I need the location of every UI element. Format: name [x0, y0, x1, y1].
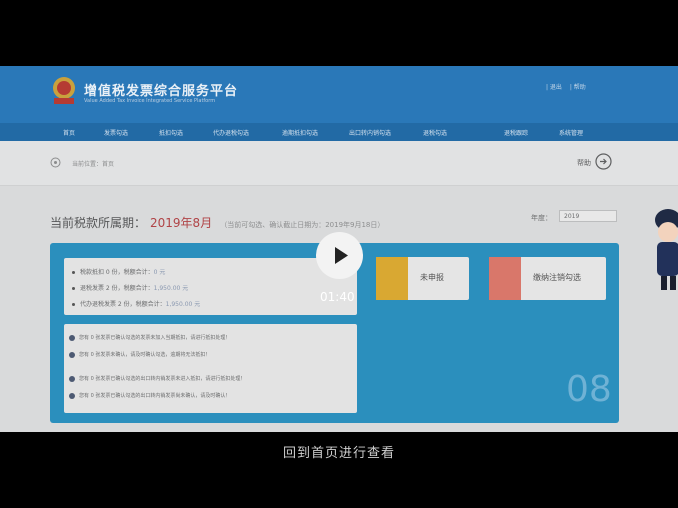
stat-row: 退税发票 2 份，税额合计：1,950.00 元 [72, 283, 188, 292]
notice-text: 您有 0 张发票已确认勾选的出口转内销发票尚未确认，请及时确认！ [79, 393, 231, 399]
period-value: 2019年8月 [150, 216, 213, 230]
nav-item-refund-track[interactable]: 退税跟踪 [504, 128, 528, 137]
clipboard-icon [376, 257, 408, 300]
stat-amount: 0 元 [153, 269, 166, 276]
location-icon [50, 157, 61, 168]
stat-amount: 1,950.00 元 [153, 285, 189, 292]
video-duration: 01:40 [320, 290, 355, 304]
info-icon [69, 392, 75, 399]
site-title: 增值税发票综合服务平台 [84, 84, 239, 99]
year-select[interactable]: 2019 [559, 210, 617, 222]
stat-text: 税款抵扣 0 份，税额合计： [80, 269, 154, 276]
help-link[interactable]: 帮助 [577, 158, 591, 168]
header-link-logout[interactable]: | 退出 [546, 84, 562, 91]
main-nav: 首页 发票勾选 抵扣勾选 代办退税勾选 逾期抵扣勾选 出口转内销勾选 退税勾选 … [0, 123, 678, 141]
period-label: 当前税款所属期： [50, 216, 147, 230]
breadcrumb: 当前位置：首页 [72, 161, 115, 168]
bullet-icon [72, 271, 75, 274]
nav-item-home[interactable]: 首页 [63, 128, 75, 137]
period-note: （当前可勾选、确认截止日期为：2019年9月18日） [220, 221, 385, 229]
site-header: 增值税发票综合服务平台 Value Added Tax Invoice Inte… [0, 66, 678, 123]
notice-item[interactable]: 您有 0 张发票已确认勾选的出口转内销发票未进入抵扣，请进行抵扣处理！ [69, 375, 245, 382]
stat-text: 退税发票 2 份，税额合计： [80, 285, 154, 292]
nav-item-invoice-select[interactable]: 发票勾选 [104, 128, 128, 137]
nav-item-deduct-select[interactable]: 抵扣勾选 [159, 128, 183, 137]
stat-text: 代办退税发票 2 份，税额合计： [80, 301, 166, 308]
bullet-icon [72, 287, 75, 290]
notice-item[interactable]: 您有 0 张发票已确认勾选的发票未加入当期抵扣，请进行抵扣处理！ [69, 334, 230, 341]
site-subtitle: Value Added Tax Invoice Integrated Servi… [84, 98, 216, 104]
stats-card: 税款抵扣 0 份，税额合计：0 元 退税发票 2 份，税额合计：1,950.00… [64, 258, 357, 315]
header-link-help[interactable]: | 帮助 [570, 84, 586, 91]
stat-row: 代办退税发票 2 份，税额合计：1,950.00 元 [72, 299, 200, 308]
notice-item[interactable]: 您有 0 张发票已确认勾选的出口转内销发票尚未确认，请及时确认！ [69, 392, 230, 399]
document-icon [489, 257, 521, 300]
info-icon [69, 351, 75, 358]
nav-item-overdue-deduct[interactable]: 逾期抵扣勾选 [282, 128, 318, 137]
big-number: 08 [566, 369, 612, 410]
tile-not-declared[interactable]: 未申报 [376, 257, 469, 300]
mascot-icon [655, 209, 678, 290]
tax-period: 当前税款所属期： 2019年8月 （当前可勾选、确认截止日期为：2019年9月18日… [50, 212, 384, 231]
bullet-icon [72, 303, 75, 306]
notice-item[interactable]: 您有 0 张发票未确认，请及时确认勾选，逾期将无法抵扣！ [69, 351, 210, 358]
nav-item-system[interactable]: 系统管理 [559, 128, 583, 137]
tile-cancel-select[interactable]: 缴纳注销勾选 [489, 257, 606, 300]
arrow-right-circle-icon[interactable] [595, 153, 612, 170]
national-emblem-icon [53, 77, 75, 104]
stat-amount: 1,950.00 元 [165, 301, 201, 308]
play-button[interactable] [316, 232, 363, 279]
header-links: | 退出 | 帮助 [546, 82, 592, 91]
info-icon [69, 375, 75, 382]
year-label: 年度： [531, 214, 552, 222]
nav-item-export-domestic[interactable]: 出口转内销勾选 [349, 128, 391, 137]
video-subtitle: 回到首页进行查看 [282, 446, 395, 461]
stat-row: 税款抵扣 0 份，税额合计：0 元 [72, 267, 165, 276]
nav-item-refund-select[interactable]: 退税勾选 [423, 128, 447, 137]
tile-label: 未申报 [420, 273, 444, 282]
notice-text: 您有 0 张发票已确认勾选的出口转内销发票未进入抵扣，请进行抵扣处理！ [79, 376, 246, 382]
tile-label: 缴纳注销勾选 [533, 273, 581, 282]
notice-text: 您有 0 张发票已确认勾选的发票未加入当期抵扣，请进行抵扣处理！ [79, 335, 231, 341]
info-icon [69, 334, 75, 341]
nav-item-agent-refund[interactable]: 代办退税勾选 [213, 128, 249, 137]
play-icon [335, 247, 348, 264]
notices-card: 您有 0 张发票已确认勾选的发票未加入当期抵扣，请进行抵扣处理！ 您有 0 张发… [64, 324, 357, 413]
notice-text: 您有 0 张发票未确认，请及时确认勾选，逾期将无法抵扣！ [79, 352, 211, 358]
breadcrumb-bar: 当前位置：首页 帮助 [0, 141, 678, 186]
